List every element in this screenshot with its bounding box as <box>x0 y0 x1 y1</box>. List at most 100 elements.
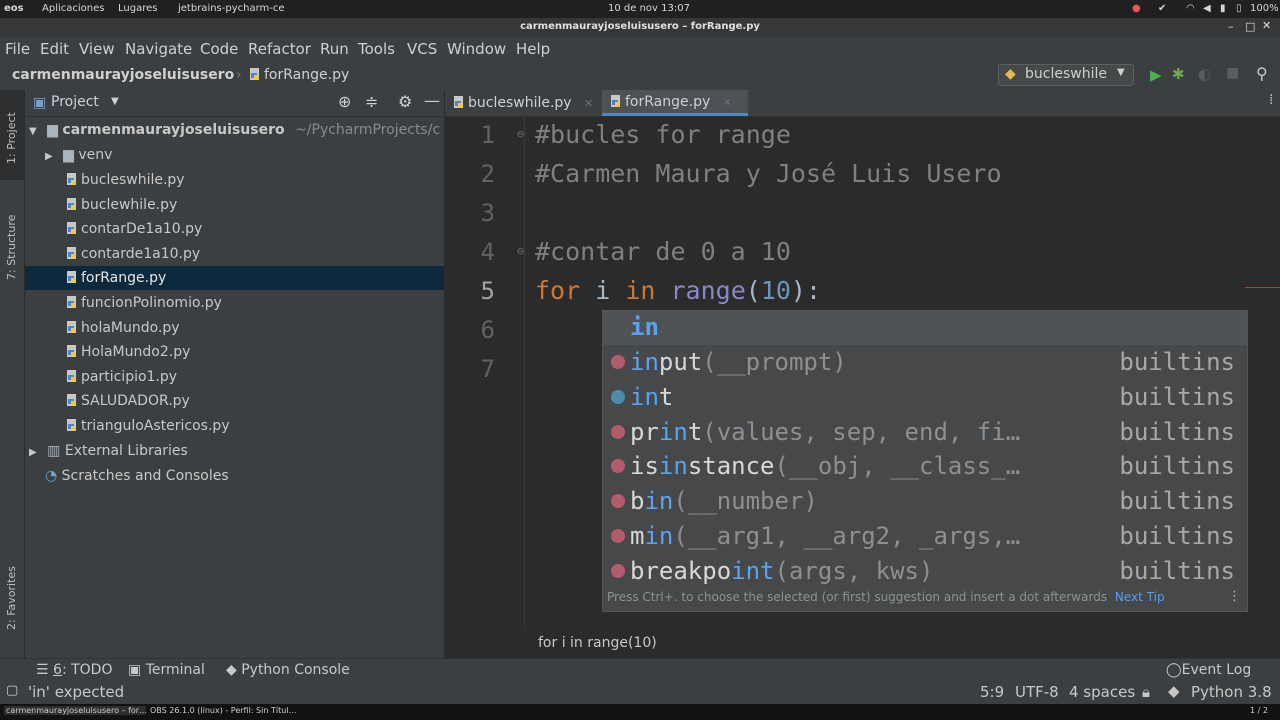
stop-icon[interactable]: ■ <box>1226 65 1239 81</box>
close-tab-icon[interactable]: ✕ <box>723 96 732 109</box>
project-file-item[interactable]: trianguloAstericos.py <box>66 414 230 438</box>
project-panel: ▣ Project ▼ ⊕ ≑ ⚙ — ▼ ▆ carmenmaurayjose… <box>25 90 444 658</box>
completion-item[interactable]: min(__arg1, __arg2, _args,… builtins <box>603 519 1247 554</box>
maximize-icon[interactable]: □ <box>1245 20 1255 33</box>
external-libraries-label: External Libraries <box>64 443 188 459</box>
fold-icon[interactable]: ⊖ <box>517 127 524 141</box>
debug-icon[interactable]: ✱ <box>1172 65 1185 83</box>
split-icon[interactable]: ⁞ <box>1269 92 1273 108</box>
project-file-item[interactable]: holaMundo.py <box>66 316 180 340</box>
hide-icon[interactable]: — <box>424 91 440 110</box>
wifi-icon[interactable]: ◠ <box>1186 3 1195 14</box>
function-icon <box>611 494 625 509</box>
project-file-item[interactable]: forRange.py <box>66 266 166 290</box>
gear-icon[interactable]: ⚙ <box>398 92 412 111</box>
run-icon[interactable]: ▶ <box>1150 66 1162 84</box>
terminal-button[interactable]: ▣ Terminal <box>128 662 205 678</box>
structure-tool-button[interactable]: 7: Structure <box>5 215 18 280</box>
collapse-all-icon[interactable]: ≑ <box>365 92 378 111</box>
project-panel-title[interactable]: Project <box>51 94 99 110</box>
breadcrumb-file[interactable]: forRange.py <box>249 67 349 83</box>
menu-file[interactable]: File <box>5 40 30 58</box>
os-menu-active-app[interactable]: jetbrains-pycharm-ce <box>178 3 285 14</box>
event-log-button[interactable]: ◯Event Log <box>1166 662 1251 678</box>
builtin-range: range <box>670 276 746 305</box>
close-icon[interactable]: ✕ <box>1262 19 1271 32</box>
mic-icon[interactable]: ▮ <box>1220 3 1226 14</box>
tree-venv[interactable]: ▶ ▆ venv <box>45 143 112 167</box>
tab-forrange[interactable]: forRange.py ✕ <box>602 90 748 116</box>
menu-edit[interactable]: Edit <box>40 40 69 58</box>
breadcrumb-project[interactable]: carmenmaurayjoseluisusero <box>12 67 234 83</box>
tree-scratches[interactable]: ◔ Scratches and Consoles <box>45 464 229 488</box>
menu-vcs[interactable]: VCS <box>407 40 437 58</box>
menu-tools[interactable]: Tools <box>358 40 395 58</box>
locate-icon[interactable]: ⊕ <box>338 92 351 111</box>
tab-bucleswhile[interactable]: bucleswhile.py ✕ <box>453 90 593 116</box>
python-file-icon <box>67 296 76 308</box>
menu-code[interactable]: Code <box>200 40 238 58</box>
menu-navigate[interactable]: Navigate <box>125 40 192 58</box>
taskbar-item-pycharm[interactable]: carmenmaurayjoseluisusero – for… <box>4 706 146 715</box>
menu-view[interactable]: View <box>79 40 115 58</box>
project-file-item[interactable]: buclewhile.py <box>66 193 177 217</box>
completion-item[interactable]: breakpoint(args, kws) builtins <box>603 554 1247 589</box>
tree-root[interactable]: ▼ ▆ carmenmaurayjoseluisusero ~/PycharmP… <box>29 118 440 142</box>
editor-context[interactable]: for i in range(10) <box>538 635 657 651</box>
completion-name: print(values, sep, end, fi… <box>630 418 1020 446</box>
project-file-item[interactable]: contarde1a10.py <box>66 242 200 266</box>
workspace-pager[interactable]: 1 / 2 <box>1250 706 1268 715</box>
run-config-selector[interactable]: ◆ bucleswhile ▼ <box>998 64 1134 86</box>
menu-run[interactable]: Run <box>320 40 349 58</box>
os-clock[interactable]: 10 de nov 13:07 <box>608 3 690 14</box>
completion-name: breakpoint(args, kws) <box>630 557 933 585</box>
project-file-item[interactable]: funcionPolinomio.py <box>66 291 222 315</box>
volume-icon[interactable]: ◀ <box>1203 3 1211 14</box>
lock-icon[interactable]: 🔒︎ <box>1142 683 1150 701</box>
project-file-item[interactable]: bucleswhile.py <box>66 168 185 192</box>
completion-item[interactable]: print(values, sep, end, fi… builtins <box>603 415 1247 450</box>
checkmark-icon[interactable]: ✔ <box>1158 3 1166 14</box>
project-file-item[interactable]: SALUDADOR.py <box>66 389 190 413</box>
caret-position[interactable]: 5:9 <box>980 683 1004 701</box>
close-tab-icon[interactable]: ✕ <box>584 97 593 110</box>
indent-setting[interactable]: 4 spaces <box>1069 683 1135 701</box>
project-file-item[interactable]: participio1.py <box>66 365 177 389</box>
search-icon[interactable]: ⚲ <box>1256 64 1268 83</box>
next-tip-link[interactable]: Next Tip <box>1115 590 1165 604</box>
completion-item[interactable]: int builtins <box>603 380 1247 415</box>
file-encoding[interactable]: UTF-8 <box>1015 683 1059 701</box>
taskbar-item-obs[interactable]: OBS 26.1.0 (linux) - Perfil: Sin Títul… <box>150 706 297 715</box>
completion-pre: pr <box>630 417 659 446</box>
fold-icon[interactable]: ⊖ <box>517 244 524 258</box>
os-menu-places[interactable]: Lugares <box>118 3 157 14</box>
battery-icon[interactable]: ▯ <box>1236 3 1242 14</box>
completion-source: builtins <box>1119 487 1235 516</box>
project-file-item[interactable]: contarDe1a10.py <box>66 217 202 241</box>
completion-item[interactable]: isinstance(__obj, __class_… builtins <box>603 449 1247 484</box>
completion-item[interactable]: bin(__number) builtins <box>603 484 1247 519</box>
completion-item[interactable]: input(__prompt) builtins <box>603 345 1247 380</box>
project-tool-button[interactable]: 1: Project <box>5 112 18 164</box>
completion-pre: breakpo <box>630 556 732 585</box>
chevron-down-icon[interactable]: ▼ <box>111 96 119 107</box>
python-console-button[interactable]: ◆ Python Console <box>226 662 350 678</box>
favorites-tool-button[interactable]: 2: Favorites <box>5 566 18 630</box>
minimize-icon[interactable]: – <box>1228 20 1234 33</box>
toggle-tool-windows-icon[interactable]: ▢ <box>6 683 18 698</box>
menu-window[interactable]: Window <box>447 40 506 58</box>
tree-external-libraries[interactable]: ▶ ▥ External Libraries <box>29 439 188 463</box>
menu-refactor[interactable]: Refactor <box>248 40 311 58</box>
coverage-icon[interactable]: ◐ <box>1198 65 1211 83</box>
todo-button[interactable]: ☰ 6: TODO <box>36 662 112 678</box>
project-file-label: participio1.py <box>81 368 178 385</box>
menu-help[interactable]: Help <box>516 40 550 58</box>
project-file-item[interactable]: HolaMundo2.py <box>66 340 190 364</box>
os-logo[interactable]: eos <box>4 3 24 14</box>
more-options-icon[interactable]: ⋮ <box>1228 589 1241 604</box>
interpreter-label[interactable]: Python 3.8 <box>1191 683 1272 701</box>
line-number: 1 <box>480 121 495 149</box>
record-icon[interactable]: ● <box>1132 3 1141 14</box>
os-menu-apps[interactable]: Aplicaciones <box>42 3 104 14</box>
keyword-in: in <box>625 276 656 305</box>
